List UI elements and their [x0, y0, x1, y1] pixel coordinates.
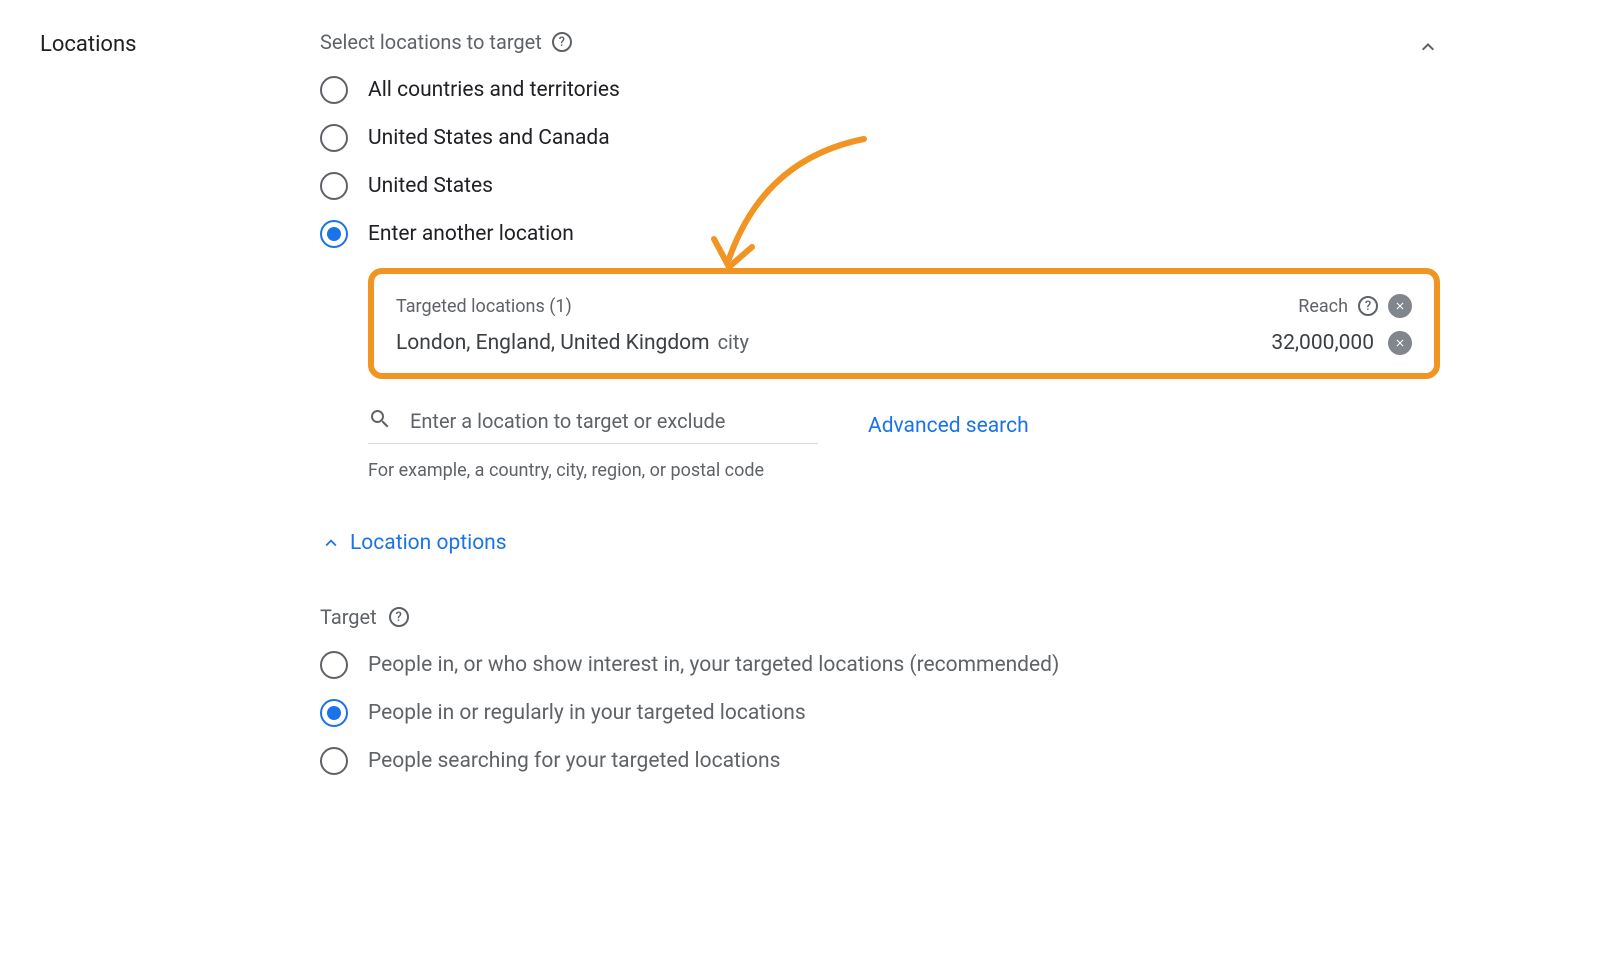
location-search-input[interactable] — [410, 409, 818, 433]
subheader-text: Select locations to target — [320, 30, 542, 54]
target-radio-regularly-in[interactable]: People in or regularly in your targeted … — [320, 699, 1440, 727]
help-icon[interactable]: ? — [552, 32, 572, 52]
chevron-up-icon — [320, 532, 342, 554]
remove-location-button[interactable] — [1388, 331, 1412, 355]
target-header: Target — [320, 605, 377, 629]
radio-label: United States and Canada — [368, 126, 610, 150]
radio-option-all-countries[interactable]: All countries and territories — [320, 76, 1440, 104]
radio-icon-selected — [320, 220, 348, 248]
reach-label: Reach — [1298, 296, 1348, 317]
close-icon — [1394, 337, 1406, 349]
target-radio-searching-for[interactable]: People searching for your targeted locat… — [320, 747, 1440, 775]
collapse-section-button[interactable] — [1416, 35, 1440, 63]
radio-icon — [320, 76, 348, 104]
target-radio-interest[interactable]: People in, or who show interest in, your… — [320, 651, 1440, 679]
section-label-locations: Locations — [40, 30, 320, 57]
radio-option-enter-another[interactable]: Enter another location — [320, 220, 1440, 248]
location-name: London, England, United Kingdom — [396, 331, 710, 355]
targeted-locations-box: Targeted locations (1) Reach ? London, E… — [368, 268, 1440, 379]
radio-icon — [320, 651, 348, 679]
search-hint-text: For example, a country, city, region, or… — [368, 460, 1440, 481]
reach-value: 32,000,000 — [1271, 331, 1374, 355]
radio-label: United States — [368, 174, 493, 198]
close-icon — [1394, 300, 1406, 312]
location-options-label: Location options — [350, 531, 507, 555]
location-radio-group: All countries and territories United Sta… — [320, 76, 1440, 248]
location-options-toggle[interactable]: Location options — [320, 531, 1440, 555]
help-icon[interactable]: ? — [1358, 296, 1378, 316]
targeted-locations-header: Targeted locations (1) — [396, 296, 572, 317]
targeted-location-row: London, England, United Kingdom city 32,… — [396, 330, 1412, 355]
radio-option-us[interactable]: United States — [320, 172, 1440, 200]
radio-icon — [320, 747, 348, 775]
radio-label: Enter another location — [368, 222, 574, 246]
location-search-field[interactable] — [368, 407, 818, 444]
radio-icon-selected — [320, 699, 348, 727]
radio-label: People in, or who show interest in, your… — [368, 653, 1059, 677]
radio-label: All countries and territories — [368, 78, 620, 102]
chevron-up-icon — [1416, 35, 1440, 59]
location-type: city — [718, 330, 749, 354]
radio-icon — [320, 124, 348, 152]
search-icon — [368, 407, 392, 435]
clear-all-button[interactable] — [1388, 294, 1412, 318]
radio-icon — [320, 172, 348, 200]
help-icon[interactable]: ? — [389, 607, 409, 627]
radio-option-us-canada[interactable]: United States and Canada — [320, 124, 1440, 152]
advanced-search-link[interactable]: Advanced search — [868, 414, 1029, 438]
select-locations-subheader: Select locations to target ? — [320, 30, 1440, 54]
radio-label: People in or regularly in your targeted … — [368, 701, 806, 725]
radio-label: People searching for your targeted locat… — [368, 749, 780, 773]
